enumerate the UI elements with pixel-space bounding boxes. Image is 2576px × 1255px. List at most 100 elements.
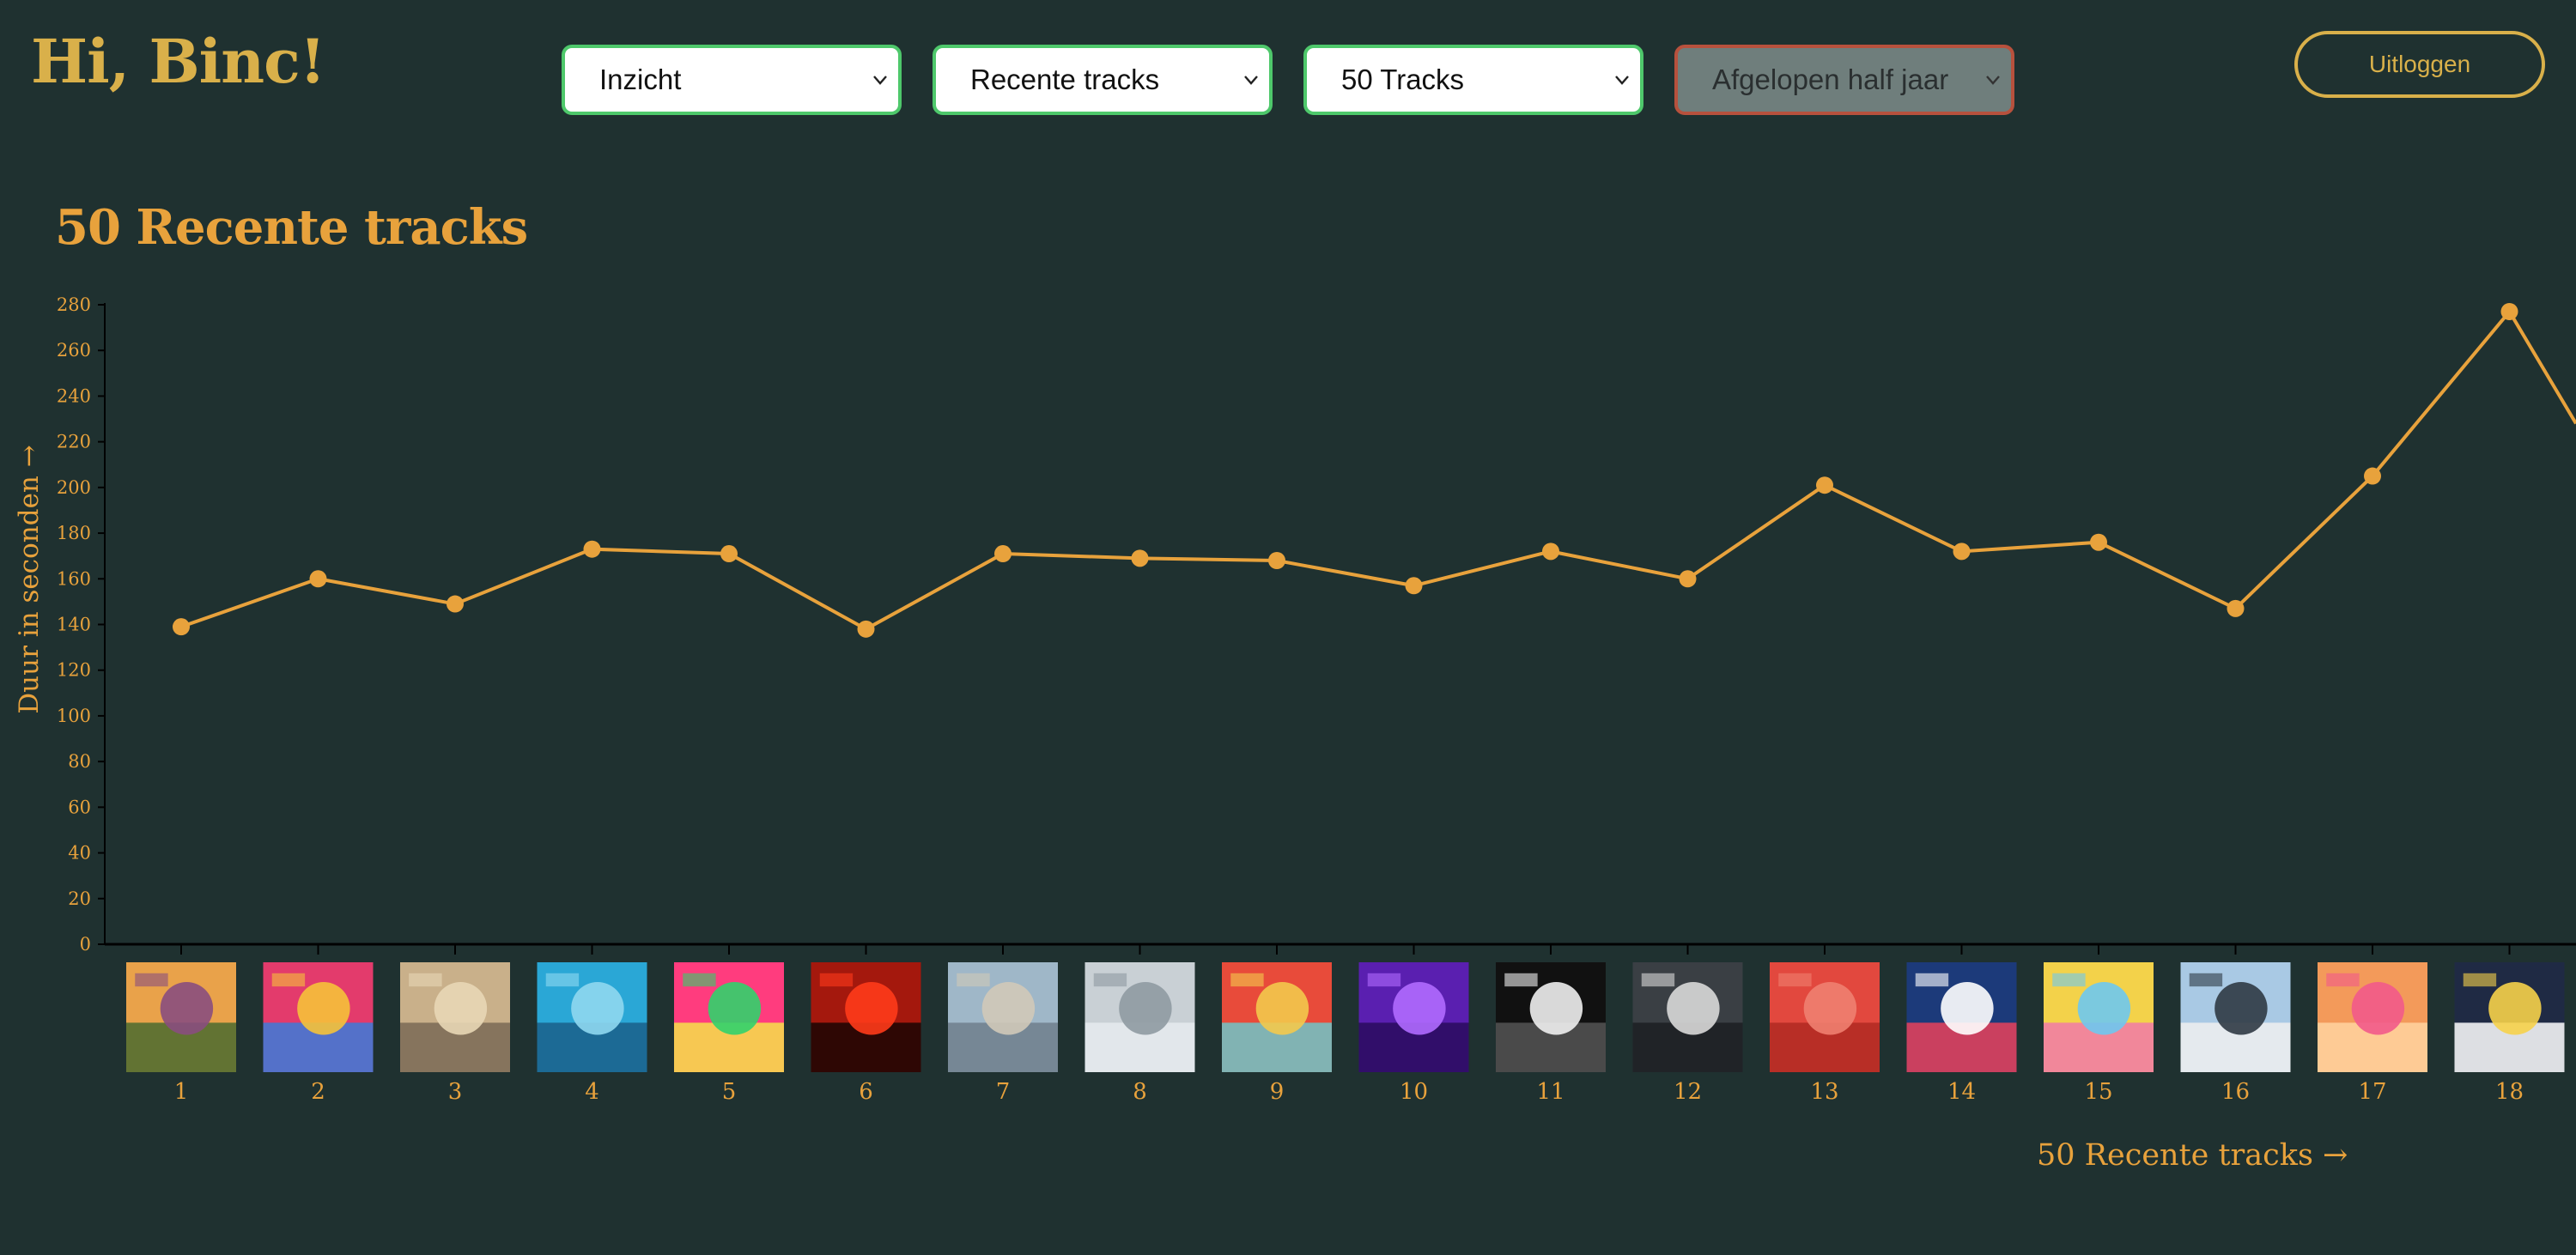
album-art-band-photo — [1632, 962, 1743, 1072]
album-art-shape — [845, 982, 898, 1035]
data-point — [2500, 302, 2518, 320]
x-tick-label: 4 — [585, 1079, 599, 1105]
y-tick-label: 240 — [57, 385, 91, 406]
y-tick-label: 280 — [57, 294, 91, 315]
y-axis-label: Duur in seconden → — [14, 445, 45, 714]
x-tick-label: 10 — [1400, 1079, 1428, 1105]
x-tick-label: 14 — [1947, 1079, 1976, 1105]
data-point — [1679, 570, 1697, 588]
x-tick-label: 11 — [1536, 1079, 1564, 1105]
album-art-shape — [545, 973, 580, 987]
album-art-shape — [1393, 982, 1446, 1035]
data-point — [2090, 533, 2107, 551]
album-art-pool-water — [537, 962, 647, 1072]
y-tick-label: 100 — [57, 706, 91, 726]
album-art-shape — [1915, 973, 1949, 987]
album-art-shape — [571, 982, 624, 1035]
x-tick-label: 17 — [2358, 1079, 2386, 1105]
album-art-shape — [683, 973, 716, 987]
album-art-shape — [1367, 973, 1401, 987]
data-point — [173, 618, 190, 636]
album-art-shape — [2351, 982, 2405, 1035]
album-art-cartoon-collage — [2044, 962, 2154, 1072]
y-tick-label: 60 — [68, 797, 91, 817]
album-art-shape — [409, 973, 442, 987]
data-point — [857, 620, 875, 638]
x-tick-label: 6 — [859, 1079, 873, 1105]
album-art-shape — [819, 973, 854, 987]
album-art-abstract-shapes — [263, 962, 374, 1072]
data-point — [2227, 599, 2245, 617]
album-art-shape — [297, 982, 350, 1035]
album-art-bw-logo — [1496, 962, 1606, 1072]
data-point — [994, 545, 1012, 563]
album-art-red-figure — [1770, 962, 1880, 1072]
album-art-shape — [2463, 973, 2497, 987]
album-art-shape — [1529, 982, 1583, 1035]
y-tick-label: 180 — [57, 523, 91, 543]
y-tick-label: 0 — [80, 934, 91, 955]
x-tick-label: 7 — [996, 1079, 1011, 1105]
album-art-shape — [708, 982, 762, 1035]
x-tick-label: 2 — [311, 1079, 325, 1105]
y-tick-label: 140 — [57, 615, 91, 635]
album-art-shape — [2052, 973, 2086, 987]
album-art-shape — [1093, 973, 1127, 987]
album-art-shape — [1667, 982, 1720, 1035]
x-tick-label: 12 — [1674, 1079, 1702, 1105]
album-art-grey-photo — [1084, 962, 1195, 1072]
album-art-shape — [1941, 982, 1994, 1035]
album-art-shape — [2488, 982, 2542, 1035]
series-line — [180, 308, 2576, 632]
data-point — [1268, 552, 1285, 569]
x-tick-label: 9 — [1270, 1079, 1285, 1105]
x-tick-label: 5 — [722, 1079, 737, 1105]
data-point — [583, 540, 601, 558]
x-tick-label: 8 — [1133, 1079, 1147, 1105]
y-tick-label: 80 — [68, 751, 91, 772]
album-art-two-people-blue — [2180, 962, 2291, 1072]
data-point — [447, 595, 464, 613]
x-tick-label: 1 — [174, 1079, 189, 1105]
album-art-shape — [1230, 973, 1264, 987]
album-art-shape — [981, 982, 1036, 1035]
album-art-shape — [135, 973, 168, 987]
x-tick-label: 3 — [448, 1079, 463, 1105]
album-art-orange-pink — [2318, 962, 2427, 1072]
album-art-purple-lightning — [1358, 962, 1469, 1072]
y-tick-label: 160 — [57, 568, 91, 589]
data-point — [309, 570, 327, 588]
album-art-red-halo — [811, 962, 921, 1072]
data-point — [1816, 476, 1833, 494]
data-point — [720, 545, 738, 563]
album-art-shape — [271, 973, 306, 987]
album-art-shape — [1119, 982, 1172, 1035]
album-art-neon-figures — [674, 962, 784, 1072]
album-art-shape — [957, 973, 990, 987]
album-art-shape — [1641, 973, 1675, 987]
album-art-shape — [160, 982, 214, 1035]
album-art-shape — [2077, 982, 2131, 1035]
y-tick-label: 200 — [57, 477, 91, 498]
x-tick-label: 15 — [2084, 1079, 2112, 1105]
album-art-shape — [434, 982, 488, 1035]
album-art-shape — [2189, 973, 2223, 987]
y-tick-label: 220 — [57, 432, 91, 452]
y-tick-label: 120 — [57, 660, 91, 681]
data-point — [1953, 543, 1971, 561]
y-tick-label: 40 — [68, 843, 91, 864]
album-art-comic-face — [2454, 962, 2565, 1072]
y-tick-label: 20 — [68, 888, 91, 909]
album-art-shape — [1778, 973, 1812, 987]
album-art-pop-art-face — [1222, 962, 1332, 1072]
data-point — [2364, 467, 2381, 485]
album-art-flowers-landscape — [126, 962, 236, 1072]
y-tick-label: 260 — [57, 340, 91, 361]
line-chart: 0 20 40 60 80 100 120 140 160 180 200 220 240 260 280 1… — [57, 294, 2576, 1105]
data-point — [1131, 549, 1149, 567]
x-axis-label: 50 Recente tracks → — [2037, 1138, 2348, 1173]
data-point — [1542, 543, 1559, 561]
x-tick-label: 13 — [1810, 1079, 1838, 1105]
album-art-shape — [1255, 982, 1309, 1035]
album-art-two-people — [948, 962, 1058, 1072]
